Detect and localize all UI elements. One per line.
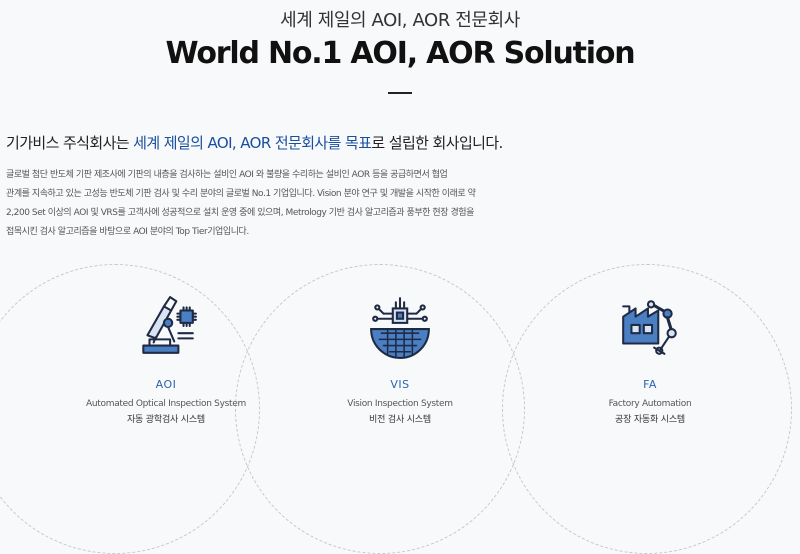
factory-robot-arm-icon [622,300,677,355]
product-name-ko: 공장 자동화 시스템 [615,415,685,425]
hero-title: World No.1 AOI, AOR Solution [165,36,636,71]
product-code: AOI [155,378,177,391]
hero-divider [388,92,412,94]
intro-body: 글로벌 첨단 반도체 기판 제조사에 기판의 내층을 검사하는 설비인 AOI … [6,166,551,242]
product-name-en: Automated Optical Inspection System [86,399,246,409]
product-name-en: Vision Inspection System [347,399,453,409]
product-code: VIS [390,378,410,391]
product-card-vis[interactable]: VIS Vision Inspection System 비전 검사 시스템 [280,294,520,425]
intro-body-line: 2,200 Set 이상의 AOI 및 VRS를 고객사에 성공적으로 설치 운… [6,208,474,218]
microscope-chip-icon [142,296,197,354]
wafer-chip-icon [370,297,430,359]
hero-subtitle: 세계 제일의 AOI, AOR 전문회사 [280,10,520,31]
product-card-fa[interactable]: FA Factory Automation 공장 자동화 시스템 [530,294,770,425]
intro-body-line: 접목시킨 검사 알고리즘을 바탕으로 AOI 분야의 Top Tier기업입니다… [6,227,249,237]
intro-heading: 기가비스 주식회사는 세계 제일의 AOI, AOR 전문회사를 목표로 설립한… [6,132,706,153]
intro-body-line: 글로벌 첨단 반도체 기판 제조사에 기판의 내층을 검사하는 설비인 AOI … [6,170,448,180]
intro-heading-highlight: 세계 제일의 AOI, AOR 전문회사를 목표 [133,134,372,152]
product-card-aoi[interactable]: AOI Automated Optical Inspection System … [46,294,286,425]
intro-heading-suffix: 로 설립한 회사입니다. [371,134,503,152]
product-name-ko: 비전 검사 시스템 [369,415,431,425]
product-name-en: Factory Automation [608,399,692,409]
intro-heading-prefix: 기가비스 주식회사는 [6,134,134,152]
product-name-ko: 자동 광학검사 시스템 [126,415,206,425]
product-code: FA [643,378,657,391]
intro-body-line: 관계를 지속하고 있는 고성능 반도체 기판 검사 및 수리 분야의 글로벌 N… [6,189,476,199]
